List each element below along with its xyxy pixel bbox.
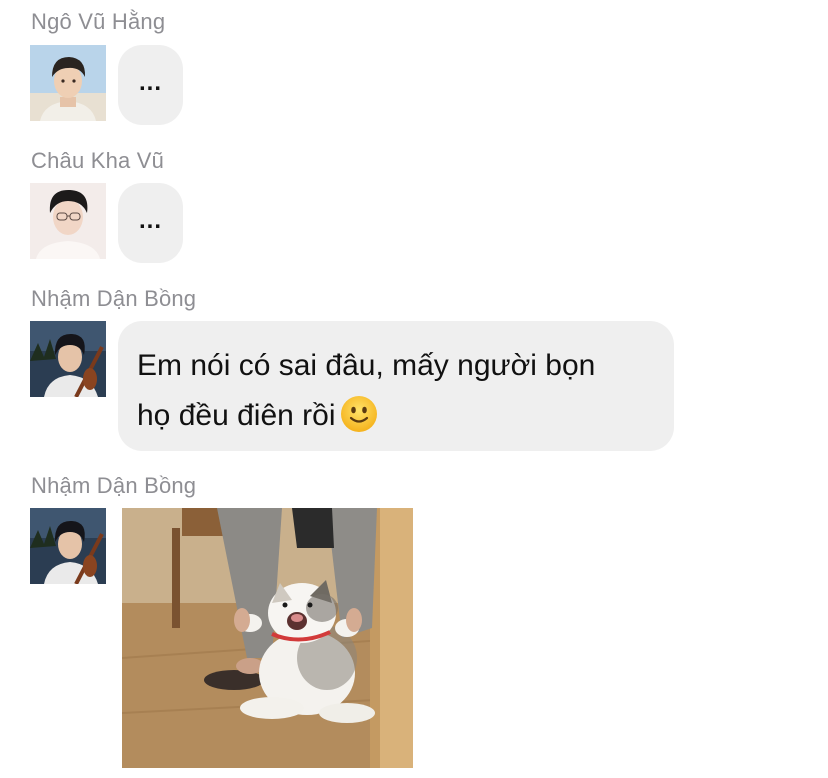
avatar[interactable] <box>30 183 106 259</box>
typing-bubble[interactable]: ... <box>118 183 183 263</box>
message-text-line: họ đều điên rồi <box>137 391 654 441</box>
message-text-line: Em nói có sai đâu, mấy người bọn <box>137 349 596 382</box>
avatar[interactable] <box>30 45 106 121</box>
typing-bubble[interactable]: ... <box>118 45 183 125</box>
image-message[interactable] <box>122 508 413 768</box>
sender-name: Ngô Vũ Hằng <box>31 9 166 34</box>
sender-name: Châu Kha Vũ <box>31 148 165 173</box>
sender-name: Nhậm Dận Bồng <box>31 286 197 311</box>
slightly-smiling-face-icon <box>340 396 377 432</box>
avatar[interactable] <box>30 508 106 584</box>
sender-name: Nhậm Dận Bồng <box>31 473 197 498</box>
screaming-cat-photo <box>122 508 413 768</box>
avatar[interactable] <box>30 321 106 397</box>
message-text: họ đều điên rồi <box>137 399 336 432</box>
message-bubble[interactable]: Em nói có sai đâu, mấy người bọn họ đều … <box>118 321 674 451</box>
